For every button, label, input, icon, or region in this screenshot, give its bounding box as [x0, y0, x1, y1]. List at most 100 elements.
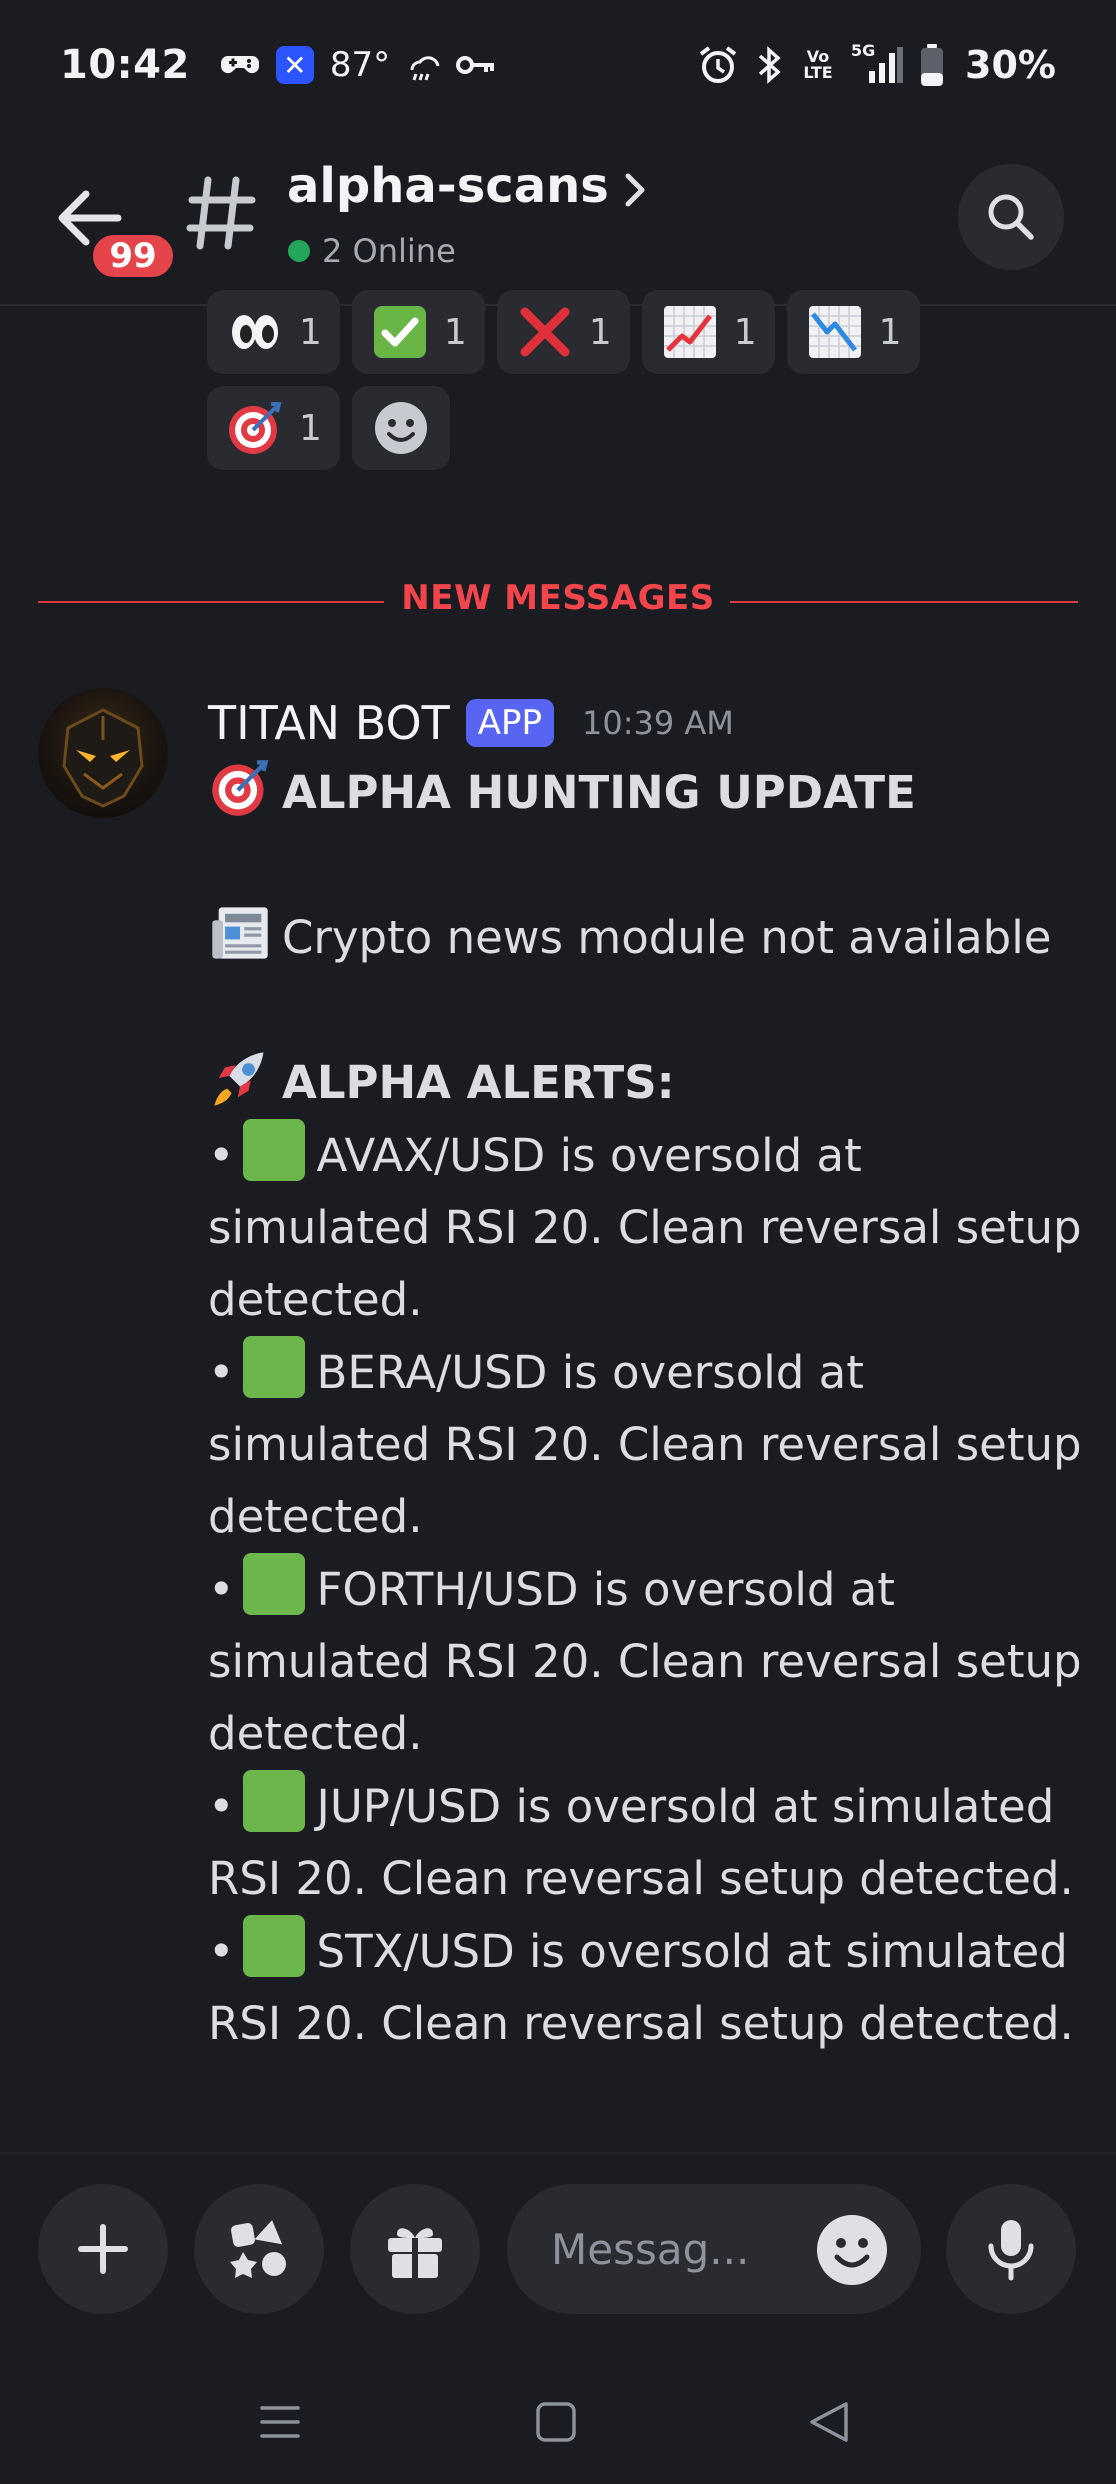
reaction-count: 1: [443, 311, 467, 353]
status-bar: 10:42 ✕ 87° Vo LTE 5G 30%: [0, 0, 1116, 130]
voice-message-button[interactable]: [946, 2184, 1076, 2314]
battery-icon: [919, 43, 945, 87]
online-count: 2 Online: [322, 232, 456, 270]
reaction-count: 1: [878, 311, 902, 353]
discord-channel-screen: 10:42 ✕ 87° Vo LTE 5G 30% 99 alpha-scans…: [0, 0, 1116, 2484]
emoji-button[interactable]: [815, 2213, 889, 2287]
apps-button[interactable]: [194, 2184, 324, 2314]
hash-icon: [186, 170, 256, 256]
green-square-icon: [242, 1770, 305, 1832]
bullet: •: [208, 1129, 235, 1182]
alert-text-cont: RSI 20. Clean reversal setup detected.: [208, 1852, 1074, 1905]
reactions-bar: 1 1 1 1 1 1: [207, 290, 1027, 482]
system-nav-bar: [0, 2370, 1116, 2470]
reaction-count: 1: [588, 311, 612, 353]
home-square-icon: [536, 2402, 576, 2442]
bullet: •: [208, 1346, 235, 1399]
alert-text: JUP/USD is oversold at simulated: [316, 1780, 1055, 1833]
message-body: ALPHA HUNTING UPDATE Crypto news module …: [208, 756, 1088, 2060]
check-mark-icon: [370, 302, 430, 362]
message-header: TITAN BOT APP 10:39 AM: [208, 690, 1088, 756]
reaction-count: 1: [299, 311, 322, 353]
app-x-icon: ✕: [275, 46, 314, 84]
channel-name[interactable]: alpha-scans: [287, 158, 609, 214]
avatar[interactable]: [38, 688, 168, 818]
rocket-icon: [208, 1046, 272, 1110]
chart-decreasing-icon: [805, 302, 865, 362]
alert-text: FORTH/USD is oversold at: [316, 1563, 895, 1616]
composer-separator: [0, 2152, 1116, 2154]
eyes-icon: [225, 302, 285, 362]
alerts-heading: ALPHA ALERTS:: [208, 1046, 1088, 1119]
add-reaction-button[interactable]: [351, 386, 450, 470]
back-triangle-icon: [810, 2402, 848, 2442]
network-label: 5G: [851, 41, 876, 60]
online-dot-icon: [288, 240, 310, 262]
green-square-icon: [242, 1119, 305, 1181]
reaction-chart-down[interactable]: 1: [786, 290, 920, 374]
gift-icon: [388, 2228, 442, 2278]
bullet: •: [208, 1563, 235, 1616]
reaction-cross[interactable]: 1: [496, 290, 630, 374]
alert-text-cont: simulated RSI 20. Clean reversal setup: [208, 1201, 1082, 1254]
bluetooth-icon: [755, 43, 785, 87]
reaction-direct-hit[interactable]: 1: [207, 386, 340, 470]
alert-text: BERA/USD is oversold at: [316, 1346, 864, 1399]
key-icon: [456, 43, 496, 87]
reaction-eyes[interactable]: 1: [207, 290, 340, 374]
alert-text-cont: RSI 20. Clean reversal setup detected.: [208, 1997, 1074, 2050]
alert-text-cont: simulated RSI 20. Clean reversal setup: [208, 1635, 1082, 1688]
alerts-heading-text: ALPHA ALERTS:: [282, 1056, 675, 1109]
alert-item: • BERA/USD is oversold at: [208, 1336, 1088, 1409]
alarm-icon: [697, 43, 739, 87]
message-input-wrap: [507, 2184, 921, 2314]
signal-5g-icon: 5G: [851, 41, 904, 87]
author-name[interactable]: TITAN BOT: [208, 696, 450, 750]
message: TITAN BOT APP 10:39 AM ALPHA HUNTING UPD…: [208, 690, 1088, 2060]
alert-text-cont: detected.: [208, 1707, 423, 1760]
green-square-icon: [242, 1336, 305, 1398]
green-square-icon: [242, 1915, 305, 1977]
new-messages-label: NEW MESSAGES: [401, 578, 715, 618]
alert-text-cont: simulated RSI 20. Clean reversal setup: [208, 1418, 1082, 1471]
composer-bar: [0, 2184, 1116, 2314]
channel-header: 99 alpha-scans 2 Online: [0, 130, 1116, 306]
reaction-check[interactable]: 1: [351, 290, 485, 374]
battery-level: 30%: [965, 43, 1056, 87]
temperature: 87°: [329, 45, 391, 85]
alert-text: STX/USD is oversold at simulated: [316, 1925, 1068, 1978]
search-icon: [988, 194, 1034, 240]
bot-avatar-mask-icon: [62, 708, 144, 808]
message-input[interactable]: [549, 2223, 803, 2275]
alert-item: • AVAX/USD is oversold at: [208, 1119, 1088, 1192]
reaction-chart-up[interactable]: 1: [641, 290, 775, 374]
reaction-count: 1: [733, 311, 757, 353]
apps-icon: [230, 2220, 286, 2278]
alert-text-cont: detected.: [208, 1273, 423, 1326]
title-text: ALPHA HUNTING UPDATE: [282, 766, 916, 819]
status-right: Vo LTE 5G 30%: [697, 41, 1056, 87]
home-button[interactable]: [526, 2392, 586, 2452]
bullet: •: [208, 1925, 235, 1978]
status-time: 10:42: [60, 42, 190, 88]
reaction-count: 1: [299, 407, 322, 449]
alert-item: • FORTH/USD is oversold at: [208, 1553, 1088, 1626]
search-button[interactable]: [958, 164, 1064, 270]
gift-button[interactable]: [350, 2184, 480, 2314]
alert-text-cont: detected.: [208, 1490, 423, 1543]
app-tag: APP: [465, 699, 555, 747]
gamepad-icon: [220, 43, 260, 87]
system-back-button[interactable]: [800, 2392, 860, 2452]
alert-item: • JUP/USD is oversold at simulated: [208, 1770, 1088, 1843]
direct-hit-icon: [208, 756, 272, 820]
chevron-right-icon[interactable]: [620, 170, 650, 210]
attach-button[interactable]: [38, 2184, 168, 2314]
news-line: Crypto news module not available: [208, 901, 1088, 974]
alert-item: • STX/USD is oversold at simulated: [208, 1915, 1088, 1988]
online-status: 2 Online: [288, 232, 456, 270]
recent-apps-button[interactable]: [250, 2392, 310, 2452]
add-reaction-smiley-icon: [371, 398, 431, 458]
green-square-icon: [242, 1553, 305, 1615]
